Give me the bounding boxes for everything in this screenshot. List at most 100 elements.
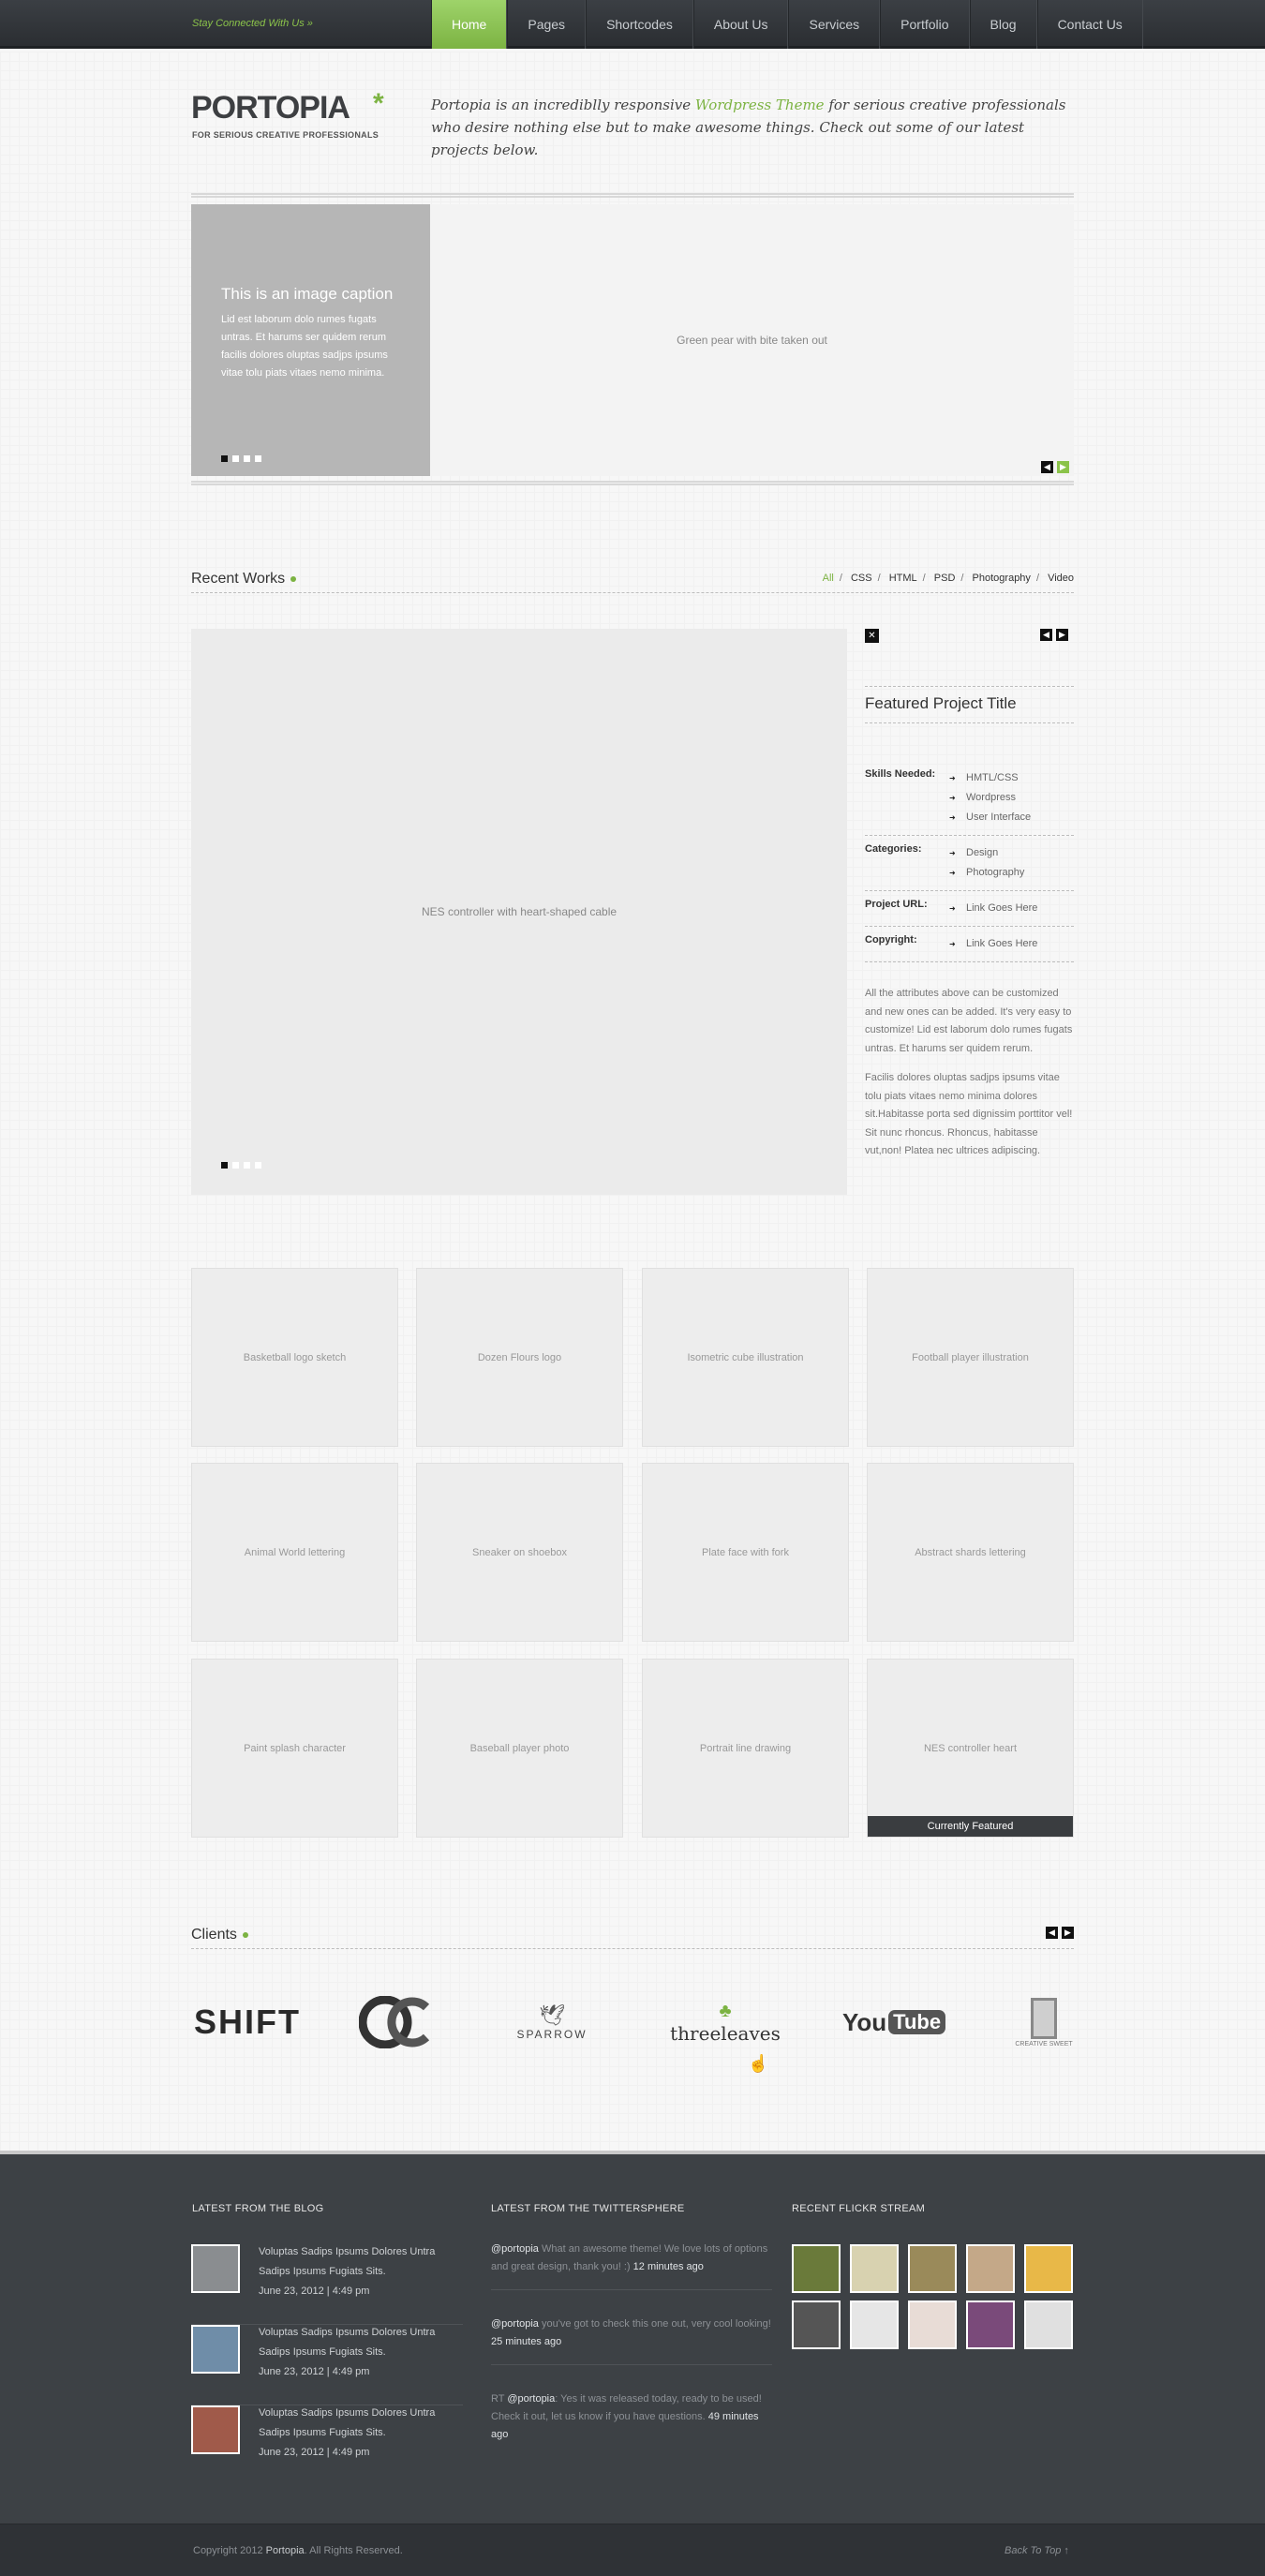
flickr-photo[interactable] [792,2301,841,2349]
brand-logo[interactable]: PORTOPIA [191,90,350,127]
nav-pages[interactable]: Pages [507,0,587,49]
bottom-bar: Copyright 2012 Portopia. All Rights Rese… [0,2524,1265,2576]
nav-blog[interactable]: Blog [969,0,1037,49]
flickr-photo[interactable] [792,2244,841,2293]
project-description-2: Facilis dolores oluptas sadjps ipsums vi… [865,1072,1073,1156]
copyright-text: Copyright 2012 Portopia. All Rights Rese… [193,2545,403,2556]
blog-post[interactable]: Voluptas Sadips Ipsums Dolores Untra Sad… [191,2325,463,2405]
tweet: @portopia you've got to check this one o… [491,2315,772,2365]
next-arrow-icon[interactable]: ▶ [1062,1927,1074,1939]
category-item[interactable]: Photography [949,863,1024,883]
footer: LATEST FROM THE BLOG LATEST FROM THE TWI… [0,2151,1265,2524]
flickr-photo[interactable] [966,2244,1015,2293]
portfolio-thumb[interactable]: Football player illustration [867,1268,1074,1447]
featured-photo: NES controller with heart-shaped cable [191,629,847,1195]
client-logo-threeleaves[interactable]: ♣ threeleaves [664,1988,786,2056]
skill-item: HMTL/CSS [949,768,1031,788]
slide-dot[interactable] [244,455,250,462]
copyright-row: Copyright: Link Goes Here [865,927,1074,962]
tweet-time[interactable]: 12 minutes ago [633,2261,704,2272]
project-url-link[interactable]: Link Goes Here [949,899,1037,918]
slide-dot[interactable] [255,455,261,462]
tweet-handle[interactable]: @portopia [507,2393,555,2405]
filter-psd[interactable]: PSD [934,573,956,584]
back-to-top-link[interactable]: Back To Top ↑ [1005,2545,1069,2556]
slide-dot[interactable] [232,455,239,462]
portfolio-thumb[interactable]: Baseball player photo [416,1659,623,1838]
blog-date: June 23, 2012 | 4:49 pm [259,2366,370,2377]
client-logo-sparrow[interactable]: 🕊 SPARROW [500,1988,603,2056]
prev-arrow-icon[interactable]: ◀ [1046,1927,1058,1939]
nav-services[interactable]: Services [788,0,881,49]
portfolio-thumb[interactable]: Sneaker on shoebox [416,1463,623,1642]
portfolio-thumb[interactable]: Plate face with fork [642,1463,849,1642]
flickr-photo[interactable] [966,2301,1015,2349]
nav-about-us[interactable]: About Us [692,0,789,49]
project-url-row: Project URL: Link Goes Here [865,891,1074,927]
slide-dot[interactable] [255,1162,261,1169]
flickr-photo[interactable] [850,2244,899,2293]
filter-css[interactable]: CSS [851,573,872,584]
client-logo-creative-sweet[interactable]: CREATIVE SWEET [1002,1988,1086,2056]
portfolio-thumb[interactable]: Dozen Flours logo [416,1268,623,1447]
filter-photography[interactable]: Photography [973,573,1031,584]
next-arrow-icon[interactable]: ▶ [1056,629,1068,641]
blog-thumb[interactable] [191,2325,240,2374]
tweet-handle[interactable]: @portopia [491,2318,539,2330]
blog-title[interactable]: Voluptas Sadips Ipsums Dolores Untra Sad… [259,2327,435,2358]
creative-sweet-icon [1031,1997,1057,2039]
tree-icon: ♣ [719,2000,732,2021]
portfolio-thumb[interactable]: Paint splash character [191,1659,398,1838]
tweet-time[interactable]: 25 minutes ago [491,2336,561,2347]
nav-contact-us[interactable]: Contact Us [1036,0,1143,49]
flickr-photo[interactable] [908,2244,957,2293]
section-title: Recent Works [191,571,297,588]
project-title: Featured Project Title [865,686,1074,723]
close-icon[interactable]: ✕ [865,629,879,643]
filter-html[interactable]: HTML [889,573,917,584]
copyright-link[interactable]: Link Goes Here [949,934,1037,954]
blog-post[interactable]: Voluptas Sadips Ipsums Dolores Untra Sad… [191,2405,463,2486]
slide-dot[interactable] [232,1162,239,1169]
portfolio-thumb[interactable]: Abstract shards lettering [867,1463,1074,1642]
filter-all[interactable]: All [823,573,834,584]
flickr-photo[interactable] [908,2301,957,2349]
copyright-brand-link[interactable]: Portopia [266,2545,305,2556]
prev-arrow-icon[interactable]: ◀ [1041,461,1053,473]
blog-title[interactable]: Voluptas Sadips Ipsums Dolores Untra Sad… [259,2246,435,2277]
slide-dot[interactable] [244,1162,250,1169]
portfolio-thumb-featured[interactable]: NES controller heart Currently Featured [867,1659,1074,1838]
blog-thumb[interactable] [191,2405,240,2454]
flickr-photo[interactable] [1024,2244,1073,2293]
client-logo-shift[interactable]: SHIFT [191,1988,304,2056]
sparrow-bird-icon: 🕊 [539,2003,565,2027]
currently-featured-label: Currently Featured [868,1816,1073,1837]
blog-post[interactable]: Voluptas Sadips Ipsums Dolores Untra Sad… [191,2244,463,2325]
portfolio-thumb[interactable]: Isometric cube illustration [642,1268,849,1447]
portfolio-thumb[interactable]: Basketball logo sketch [191,1268,398,1447]
blog-title[interactable]: Voluptas Sadips Ipsums Dolores Untra Sad… [259,2407,435,2438]
blog-heading: LATEST FROM THE BLOG [192,2203,324,2214]
slide-dot[interactable] [221,1162,228,1169]
wordpress-theme-link[interactable]: Wordpress Theme [695,97,825,113]
skill-item: Wordpress [949,788,1031,808]
portfolio-filters: All / CSS / HTML / PSD / Photography / Video [822,573,1074,584]
stay-connected-link[interactable]: Stay Connected With Us » [192,18,313,29]
flickr-photo[interactable] [850,2301,899,2349]
slide-dot[interactable] [221,455,228,462]
tweet-handle[interactable]: @portopia [491,2243,539,2255]
next-arrow-icon[interactable]: ▶ [1057,461,1069,473]
nav-shortcodes[interactable]: Shortcodes [586,0,693,49]
flickr-photo[interactable] [1024,2301,1073,2349]
nav-home[interactable]: Home [431,0,508,49]
category-item[interactable]: Design [949,843,1024,863]
blog-thumb[interactable] [191,2244,240,2293]
client-logo-oc[interactable] [355,1988,439,2056]
portfolio-thumb[interactable]: Animal World lettering [191,1463,398,1642]
twitter-heading: LATEST FROM THE TWITTERSPHERE [491,2203,685,2214]
filter-video[interactable]: Video [1048,573,1074,584]
portfolio-thumb[interactable]: Portrait line drawing [642,1659,849,1838]
prev-arrow-icon[interactable]: ◀ [1040,629,1052,641]
client-logo-youtube[interactable]: You Tube [842,1988,946,2056]
nav-portfolio[interactable]: Portfolio [880,0,970,49]
